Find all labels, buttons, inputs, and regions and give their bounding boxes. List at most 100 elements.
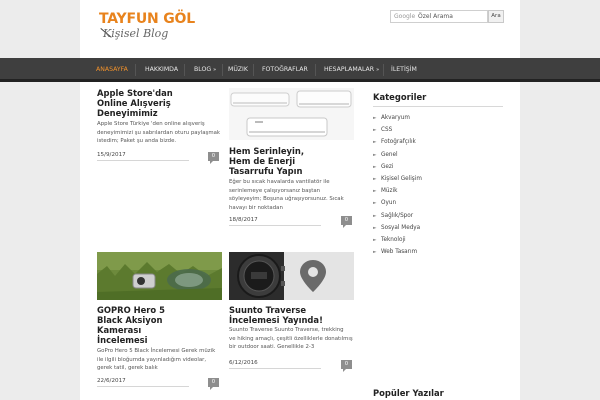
post-date: 6/12/2016 xyxy=(229,360,258,366)
excerpt-line: GoPro Hero 5 Black İncelemesi Gerek müzi… xyxy=(97,348,216,354)
excerpt-line: bir outdoor saati. Genellikle 2-3 xyxy=(229,344,315,351)
category-label: Akvaryum xyxy=(381,115,410,121)
category-label: CSS xyxy=(381,127,393,134)
post-title-line: Apple Store'dan xyxy=(97,88,173,98)
categories-heading: Kategoriler xyxy=(373,92,427,102)
post-title-line: Tasarrufu Yapın xyxy=(229,166,303,176)
post-date: 15/9/2017 xyxy=(97,152,126,158)
chevron-right-icon: ► xyxy=(373,140,377,146)
post-excerpt: GoPro Hero 5 Black İncelemesi Gerek müzi… xyxy=(97,347,222,373)
nav-label: MÜZIK xyxy=(228,66,248,73)
sidebar-divider xyxy=(373,106,503,107)
post-date: 22/6/2017 xyxy=(97,378,126,384)
nav-divider xyxy=(184,64,185,76)
post-thumbnail[interactable] xyxy=(229,252,354,300)
category-list: ► Akvaryum ► CSS ► Fotoğrafçılık ► Genel ► Ge… xyxy=(373,112,513,258)
air-conditioner-image xyxy=(229,88,354,140)
comment-bubble-icon[interactable]: 0 xyxy=(208,378,219,390)
category-label: Web Tasarım xyxy=(381,249,418,256)
nav-item-blog[interactable]: BLOG» xyxy=(194,58,216,82)
post-title-line: Hem de Enerji xyxy=(229,156,296,166)
category-label: Müzik xyxy=(381,188,398,195)
post-title-line: İncelemesi xyxy=(97,335,148,345)
category-item[interactable]: ► Genel xyxy=(373,149,513,161)
nav-label: HESAPLAMALAR xyxy=(324,66,375,73)
post-title[interactable]: Apple Store'dan Online Alışveriş Deneyim… xyxy=(97,88,217,118)
post-thumbnail[interactable] xyxy=(229,88,354,140)
gopro-grass-image xyxy=(97,252,222,300)
nav-item-iletisim[interactable]: İLETİŞİM xyxy=(391,58,417,82)
category-item[interactable]: ► Teknoloji xyxy=(373,234,513,246)
category-label: Sosyal Medya xyxy=(381,224,421,231)
post-divider xyxy=(97,160,189,161)
nav-label: ANASAYFA xyxy=(96,66,128,73)
post-title[interactable]: GOPRO Hero 5 Black Aksiyon Kamerası İnce… xyxy=(97,305,222,345)
post-excerpt: Apple Store Türkiye 'den online alışveri… xyxy=(97,120,222,146)
post-title-line: Online Alışveriş xyxy=(97,98,171,108)
nav-item-hesaplamalar[interactable]: HESAPLAMALAR» xyxy=(324,58,379,82)
post-excerpt: Suunto Traverse Suunto Traverse, trekkin… xyxy=(229,326,359,352)
category-item[interactable]: ► Kişisel Gelişim xyxy=(373,173,513,185)
nav-divider xyxy=(383,64,384,76)
chevron-right-icon: ► xyxy=(373,152,377,158)
nav-item-anasayfa[interactable]: ANASAYFA xyxy=(96,58,128,82)
nav-item-muzik[interactable]: MÜZIK xyxy=(228,58,248,82)
post-title-line: Kamerası xyxy=(97,325,142,335)
comment-bubble-icon[interactable]: 0 xyxy=(341,216,352,228)
excerpt-line: Eğer bu sıcak havalarda vantilatör ile xyxy=(229,179,330,185)
chevron-right-icon: ► xyxy=(373,201,377,207)
category-label: Gezi xyxy=(381,163,394,170)
post-divider xyxy=(97,386,189,387)
excerpt-line: gerek tatil, gerek balık xyxy=(97,365,158,372)
nav-label: HAKKIMDA xyxy=(145,66,179,73)
post-divider xyxy=(229,368,321,369)
post-title-line: GOPRO Hero 5 xyxy=(97,305,165,315)
excerpt-line: söyleyeyim; Boşuna uğraşıyorsunuz. Sıcak xyxy=(229,196,344,203)
category-item[interactable]: ► Sağlık/Spor xyxy=(373,210,513,222)
nav-divider xyxy=(315,64,316,76)
category-label: Genel xyxy=(381,151,398,158)
nav-label: FOTOĞRAFLAR xyxy=(262,66,308,73)
suunto-watch-image xyxy=(229,252,354,300)
search-brand-label: Google xyxy=(394,13,416,20)
post-thumbnail[interactable] xyxy=(97,252,222,300)
nav-item-hakkimda[interactable]: HAKKIMDA xyxy=(145,58,178,82)
category-label: Kişisel Gelişim xyxy=(381,175,422,182)
category-item[interactable]: ► Akvaryum xyxy=(373,112,513,124)
search-input[interactable]: Google Özel Arama xyxy=(390,10,488,23)
category-label: Teknoloji xyxy=(381,236,406,243)
excerpt-line: Apple Store Türkiye 'den online alışveri… xyxy=(97,121,205,127)
post-title-line: Black Aksiyon xyxy=(97,315,163,325)
category-item[interactable]: ► CSS xyxy=(373,124,513,136)
submenu-arrow-icon: » xyxy=(376,67,380,73)
nav-divider xyxy=(253,64,254,76)
main-navigation: ANASAYFA HAKKIMDA BLOG» MÜZIK FOTOĞRAFLA… xyxy=(0,58,600,82)
submenu-arrow-icon: » xyxy=(213,67,217,73)
excerpt-line: istedim; Paket şu anda bizde. xyxy=(97,138,177,145)
excerpt-line: ile ilgili bloğumda yayınladığım videola… xyxy=(97,356,207,363)
excerpt-line: havayı bir noktadan xyxy=(229,204,283,211)
category-item[interactable]: ► Sosyal Medya xyxy=(373,222,513,234)
nav-divider xyxy=(135,64,136,76)
post-excerpt: Eğer bu sıcak havalarda vantilatör ile s… xyxy=(229,178,354,212)
category-label: Sağlık/Spor xyxy=(381,212,414,219)
post-title[interactable]: Hem Serinleyin, Hem de Enerji Tasarrufu … xyxy=(229,146,354,176)
post-title-line: Hem Serinleyin, xyxy=(229,146,305,156)
nav-item-fotograflar[interactable]: FOTOĞRAFLAR xyxy=(262,58,308,82)
comment-bubble-icon[interactable]: 0 xyxy=(341,360,352,372)
popular-posts-heading: Popüler Yazılar xyxy=(373,388,444,398)
category-item[interactable]: ► Müzik xyxy=(373,185,513,197)
category-item[interactable]: ► Fotoğrafçılık xyxy=(373,136,513,148)
category-item[interactable]: ► Web Tasarım xyxy=(373,246,513,258)
category-label: Oyun xyxy=(381,200,397,207)
chevron-right-icon: ► xyxy=(373,213,377,219)
post-divider xyxy=(229,225,321,226)
site-title[interactable]: TAYFUN GÖL xyxy=(99,11,195,27)
category-item[interactable]: ► Gezi xyxy=(373,161,513,173)
search-placeholder: Özel Arama xyxy=(418,13,453,20)
comment-bubble-icon[interactable]: 0 xyxy=(208,152,219,164)
post-title[interactable]: Suunto Traverse İncelemesi Yayında! xyxy=(229,305,359,325)
search-button[interactable]: Ara xyxy=(488,10,504,23)
nav-divider xyxy=(222,64,223,76)
category-item[interactable]: ► Oyun xyxy=(373,197,513,209)
